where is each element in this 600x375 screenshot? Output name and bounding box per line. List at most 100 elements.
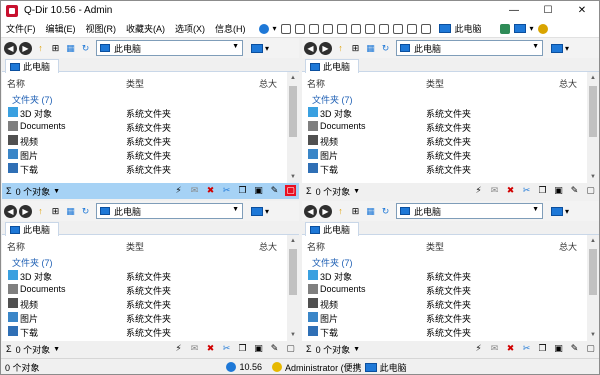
- col-total[interactable]: 总大: [259, 77, 277, 90]
- menu-info[interactable]: 信息(H): [210, 20, 251, 38]
- layout-1-icon[interactable]: [280, 23, 291, 34]
- up-folder-icon[interactable]: ↑: [34, 42, 47, 55]
- pane-close-icon[interactable]: ▢: [585, 185, 596, 196]
- up-folder-icon[interactable]: ↑: [334, 42, 347, 55]
- forward-button[interactable]: ▶: [19, 204, 32, 218]
- menu-favorites[interactable]: 收藏夹(A): [121, 20, 170, 38]
- menubar-location[interactable]: 此电脑: [455, 22, 482, 35]
- refresh-icon[interactable]: ↻: [379, 205, 392, 218]
- mail-icon[interactable]: ✉: [489, 185, 500, 196]
- list-item[interactable]: 视频 系统文件夹: [302, 296, 585, 310]
- paste-icon[interactable]: ▣: [253, 185, 264, 196]
- col-total[interactable]: 总大: [559, 240, 577, 253]
- tab-this-pc[interactable]: 此电脑: [305, 59, 360, 73]
- refresh-icon[interactable]: ↻: [79, 205, 92, 218]
- list-item[interactable]: 视频 系统文件夹: [2, 133, 285, 147]
- layout-2-icon[interactable]: [294, 23, 305, 34]
- list-item[interactable]: 3D 对象 系统文件夹: [302, 268, 585, 282]
- view-mode-icon[interactable]: ▦: [364, 42, 377, 55]
- address-bar[interactable]: 此电脑 ▼: [396, 203, 543, 219]
- cut-icon[interactable]: ✂: [221, 185, 232, 196]
- list-item[interactable]: 下载 系统文件夹: [2, 324, 285, 338]
- copy-icon[interactable]: ❐: [537, 185, 548, 196]
- monitor-dropdown-icon[interactable]: ▾: [565, 44, 569, 53]
- forward-button[interactable]: ▶: [319, 41, 332, 55]
- address-dropdown-icon[interactable]: ▼: [232, 206, 239, 213]
- copy-icon[interactable]: ❐: [537, 343, 548, 354]
- tab-this-pc[interactable]: 此电脑: [5, 222, 60, 236]
- status-dropdown-icon[interactable]: ▼: [53, 188, 60, 195]
- refresh-icon[interactable]: ↻: [79, 42, 92, 55]
- list-item[interactable]: 图片 系统文件夹: [302, 147, 585, 161]
- delete-icon[interactable]: ✖: [505, 343, 516, 354]
- address-dropdown-icon[interactable]: ▼: [532, 206, 539, 213]
- scroll-down-icon[interactable]: ▼: [287, 171, 299, 183]
- menu-file[interactable]: 文件(F): [1, 20, 41, 38]
- close-button[interactable]: ✕: [565, 1, 599, 20]
- layout-9-icon[interactable]: [392, 23, 403, 34]
- minimize-button[interactable]: —: [497, 1, 531, 20]
- address-bar[interactable]: 此电脑 ▼: [96, 40, 243, 56]
- mail-icon[interactable]: ✉: [189, 185, 200, 196]
- list-item[interactable]: 下载 系统文件夹: [302, 161, 585, 175]
- status-dropdown-icon[interactable]: ▼: [53, 346, 60, 353]
- lightning-icon[interactable]: ⚡: [473, 185, 484, 196]
- rename-icon[interactable]: ✎: [269, 185, 280, 196]
- delete-icon[interactable]: ✖: [205, 343, 216, 354]
- list-item[interactable]: 3D 对象 系统文件夹: [2, 268, 285, 282]
- cut-icon[interactable]: ✂: [221, 343, 232, 354]
- forward-button[interactable]: ▶: [319, 204, 332, 218]
- tools-icon[interactable]: ⊞: [349, 42, 362, 55]
- pane-close-icon[interactable]: ▢: [585, 343, 596, 354]
- scrollbar[interactable]: ▲ ▼: [287, 72, 299, 183]
- list-item[interactable]: 视频 系统文件夹: [302, 133, 585, 147]
- monitor-dropdown-icon[interactable]: ▾: [265, 207, 269, 216]
- layout-10-icon[interactable]: [406, 23, 417, 34]
- scroll-thumb[interactable]: [289, 249, 297, 295]
- address-bar[interactable]: 此电脑 ▼: [96, 203, 243, 219]
- dropdown-2-icon[interactable]: ▾: [530, 24, 534, 33]
- layout-8-icon[interactable]: [378, 23, 389, 34]
- view-mode-icon[interactable]: ▦: [64, 42, 77, 55]
- monitor-icon[interactable]: [551, 43, 563, 53]
- scroll-up-icon[interactable]: ▲: [287, 235, 299, 247]
- pane-close-icon[interactable]: ▢: [285, 185, 296, 196]
- up-folder-icon[interactable]: ↑: [334, 205, 347, 218]
- paste-icon[interactable]: ▣: [253, 343, 264, 354]
- lightning-icon[interactable]: ⚡: [173, 185, 184, 196]
- list-item[interactable]: 图片 系统文件夹: [2, 310, 285, 324]
- col-total[interactable]: 总大: [559, 77, 577, 90]
- tools-icon[interactable]: ⊞: [49, 205, 62, 218]
- rename-icon[interactable]: ✎: [569, 343, 580, 354]
- monitor-icon[interactable]: [513, 24, 526, 33]
- menu-view[interactable]: 视图(R): [81, 20, 122, 38]
- address-dropdown-icon[interactable]: ▼: [532, 43, 539, 50]
- address-bar[interactable]: 此电脑 ▼: [396, 40, 543, 56]
- scroll-up-icon[interactable]: ▲: [587, 72, 599, 84]
- col-name[interactable]: 名称: [307, 77, 325, 90]
- copy-icon[interactable]: ❐: [237, 343, 248, 354]
- view-mode-icon[interactable]: ▦: [364, 205, 377, 218]
- layout-11-icon[interactable]: [420, 23, 431, 34]
- list-item[interactable]: 下载 系统文件夹: [2, 161, 285, 175]
- address-dropdown-icon[interactable]: ▼: [232, 43, 239, 50]
- dropdown-icon[interactable]: ▾: [273, 24, 277, 33]
- refresh-icon[interactable]: ↻: [379, 42, 392, 55]
- col-type[interactable]: 类型: [126, 240, 144, 253]
- paste-icon[interactable]: ▣: [553, 185, 564, 196]
- list-item[interactable]: 3D 对象 系统文件夹: [2, 105, 285, 119]
- cut-icon[interactable]: ✂: [521, 185, 532, 196]
- view-mode-icon[interactable]: ▦: [64, 205, 77, 218]
- globe-icon[interactable]: [258, 23, 269, 34]
- scroll-down-icon[interactable]: ▼: [587, 329, 599, 341]
- mail-icon[interactable]: ✉: [189, 343, 200, 354]
- monitor-icon[interactable]: [551, 206, 563, 216]
- col-name[interactable]: 名称: [307, 240, 325, 253]
- maximize-button[interactable]: ☐: [531, 1, 565, 20]
- monitor-icon[interactable]: [251, 206, 263, 216]
- list-item[interactable]: Documents 系统文件夹: [302, 282, 585, 296]
- scroll-down-icon[interactable]: ▼: [587, 171, 599, 183]
- col-type[interactable]: 类型: [426, 240, 444, 253]
- scrollbar[interactable]: ▲ ▼: [287, 235, 299, 341]
- scrollbar[interactable]: ▲ ▼: [587, 235, 599, 341]
